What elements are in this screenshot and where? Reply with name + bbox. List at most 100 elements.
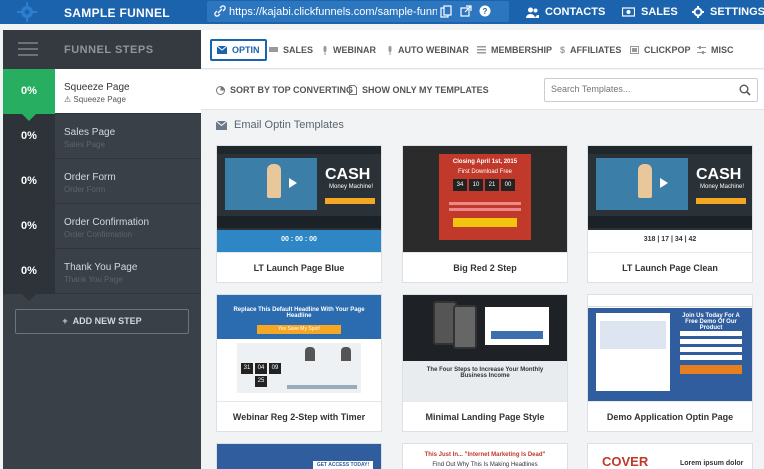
template-card[interactable]: COVER Lorem ipsum dolor bbox=[587, 443, 753, 469]
template-card[interactable]: The Four Steps to Increase Your Monthly … bbox=[402, 294, 568, 432]
template-subhead: First Download Free bbox=[457, 169, 513, 175]
countdown-digit: 25 bbox=[255, 376, 267, 387]
template-card[interactable]: Closing April 1st, 2015 First Download F… bbox=[402, 145, 568, 283]
template-card[interactable]: CASH Money Machine! 00 : 00 : 00 LT Laun… bbox=[216, 145, 382, 283]
template-subhead: Money Machine! bbox=[329, 184, 374, 190]
search-templates[interactable] bbox=[544, 78, 758, 102]
template-thumbnail: GET ACCESS TODAY! bbox=[217, 444, 381, 469]
step-name: Order Confirmation bbox=[64, 217, 150, 228]
nav-contacts[interactable]: CONTACTS bbox=[526, 6, 605, 18]
top-bar: SAMPLE FUNNEL https://kajabi.clickfunnel… bbox=[0, 0, 764, 24]
template-countdown: 318 | 17 | 34 | 42 bbox=[643, 236, 697, 243]
sidebar-header: FUNNEL STEPS bbox=[3, 30, 201, 69]
step-name: Thank You Page bbox=[64, 262, 138, 273]
template-card[interactable]: This Just In... "Internet Marketing Is D… bbox=[402, 443, 568, 469]
funnel-title: SAMPLE FUNNEL bbox=[64, 6, 170, 20]
show-only-my-templates[interactable]: SHOW ONLY MY TEMPLATES bbox=[349, 85, 489, 95]
template-headline: Closing April 1st, 2015 bbox=[452, 159, 518, 165]
add-step-label: ADD NEW STEP bbox=[72, 316, 142, 326]
search-icon[interactable] bbox=[739, 84, 751, 96]
template-subhead: Money Machine! bbox=[700, 184, 745, 190]
tab-clickpop[interactable]: CLICKPOP bbox=[630, 40, 691, 60]
template-thumbnail: This Just In... "Internet Marketing Is D… bbox=[403, 444, 567, 469]
gear-logo-icon[interactable] bbox=[16, 2, 38, 22]
step-name: Order Form bbox=[64, 172, 116, 183]
nav-settings[interactable]: SETTINGS bbox=[692, 6, 764, 18]
cart-icon bbox=[269, 47, 278, 52]
external-link-icon[interactable] bbox=[460, 5, 472, 17]
funnel-url[interactable]: https://kajabi.clickfunnels.com/sample-f… bbox=[229, 6, 437, 18]
template-name: Webinar Reg 2-Step with Timer bbox=[217, 401, 381, 432]
countdown-digit: 31 bbox=[241, 363, 253, 374]
tab-label: WEBINAR bbox=[333, 45, 376, 55]
add-new-step-button[interactable]: + ADD NEW STEP bbox=[15, 309, 189, 334]
url-bar[interactable]: https://kajabi.clickfunnels.com/sample-f… bbox=[207, 1, 509, 22]
tab-label: MISC bbox=[711, 45, 734, 55]
tab-misc[interactable]: MISC bbox=[697, 40, 734, 60]
tab-label: AFFILIATES bbox=[570, 45, 622, 55]
copy-icon[interactable] bbox=[440, 5, 452, 18]
sort-by-top-converting[interactable]: SORT BY TOP CONVERTING bbox=[216, 85, 353, 95]
section-title-text: Email Optin Templates bbox=[234, 119, 344, 131]
tab-label: CLICKPOP bbox=[644, 45, 691, 55]
tab-label: AUTO WEBINAR bbox=[398, 45, 469, 55]
template-card[interactable]: Replace This Default Headline With Your … bbox=[216, 294, 382, 432]
mine-label: SHOW ONLY MY TEMPLATES bbox=[362, 85, 489, 95]
template-cta: Yes Save My Spot! bbox=[257, 325, 341, 334]
tab-label: SALES bbox=[283, 45, 314, 55]
svg-text:?: ? bbox=[483, 7, 488, 16]
funnel-steps-sidebar: FUNNEL STEPS 0% Squeeze Page ⚠ Squeeze P… bbox=[3, 30, 201, 469]
countdown-digit: 09 bbox=[269, 363, 281, 374]
template-toolbar: SORT BY TOP CONVERTING SHOW ONLY MY TEMP… bbox=[201, 70, 764, 110]
tab-affiliates[interactable]: $ AFFILIATES bbox=[560, 40, 621, 60]
countdown-digit: 21 bbox=[485, 179, 499, 191]
template-card[interactable]: CASH Money Machine! 318 | 17 | 34 | 42 L… bbox=[587, 145, 753, 283]
nav-contacts-label: CONTACTS bbox=[545, 6, 606, 18]
chart-icon bbox=[216, 85, 225, 95]
countdown-digit: 34 bbox=[453, 179, 467, 191]
nav-sales[interactable]: SALES bbox=[622, 6, 678, 18]
step-squeeze-page[interactable]: 0% Squeeze Page ⚠ Squeeze Page bbox=[3, 69, 201, 121]
popup-icon bbox=[630, 46, 639, 54]
step-type: Order Form bbox=[64, 185, 106, 194]
template-headline: GET ACCESS TODAY! bbox=[313, 461, 373, 469]
template-name: LT Launch Page Blue bbox=[217, 252, 381, 283]
document-icon bbox=[349, 85, 357, 95]
plus-icon: + bbox=[62, 316, 68, 326]
section-title: Email Optin Templates bbox=[216, 119, 344, 131]
tab-webinar[interactable]: WEBINAR bbox=[322, 40, 376, 60]
template-thumbnail: Closing April 1st, 2015 First Download F… bbox=[403, 146, 567, 252]
template-thumbnail: The Four Steps to Increase Your Monthly … bbox=[403, 295, 567, 401]
step-type-label: Squeeze Page bbox=[73, 95, 126, 104]
template-thumbnail: CASH Money Machine! 318 | 17 | 34 | 42 bbox=[588, 146, 752, 252]
step-percent: 0% bbox=[3, 69, 55, 121]
template-name: Minimal Landing Page Style bbox=[403, 401, 567, 432]
tab-auto-webinar[interactable]: AUTO WEBINAR bbox=[387, 40, 469, 60]
template-card[interactable]: Join Us Today For A Free Demo Of Our Pro… bbox=[587, 294, 753, 432]
tab-label: MEMBERSHIP bbox=[491, 45, 553, 55]
menu-icon[interactable] bbox=[18, 42, 38, 56]
tab-optin[interactable]: OPTIN bbox=[210, 39, 267, 61]
template-thumbnail: Join Us Today For A Free Demo Of Our Pro… bbox=[588, 295, 752, 401]
countdown-digit: 10 bbox=[469, 179, 483, 191]
microphone-icon bbox=[323, 45, 327, 55]
tab-sales[interactable]: SALES bbox=[269, 40, 313, 60]
template-name: Big Red 2 Step bbox=[403, 252, 567, 283]
microphone-icon bbox=[388, 45, 392, 55]
tab-membership[interactable]: MEMBERSHIP bbox=[477, 40, 552, 60]
sort-label: SORT BY TOP CONVERTING bbox=[230, 85, 354, 95]
nav-sales-label: SALES bbox=[641, 6, 678, 18]
list-icon bbox=[477, 46, 486, 54]
sidebar-title: FUNNEL STEPS bbox=[64, 44, 154, 56]
envelope-icon bbox=[217, 46, 227, 54]
template-thumbnail: Replace This Default Headline With Your … bbox=[217, 295, 381, 401]
step-type: ⚠ Squeeze Page bbox=[64, 95, 126, 104]
help-icon[interactable]: ? bbox=[479, 5, 491, 17]
template-card[interactable]: GET ACCESS TODAY! bbox=[216, 443, 382, 469]
money-icon bbox=[622, 7, 635, 17]
step-type: Order Confirmation bbox=[64, 230, 133, 239]
template-headline: COVER bbox=[602, 454, 649, 469]
template-headline: Replace This Default Headline With Your … bbox=[233, 307, 365, 319]
search-input[interactable] bbox=[551, 84, 731, 94]
step-name: Squeeze Page bbox=[64, 82, 130, 93]
